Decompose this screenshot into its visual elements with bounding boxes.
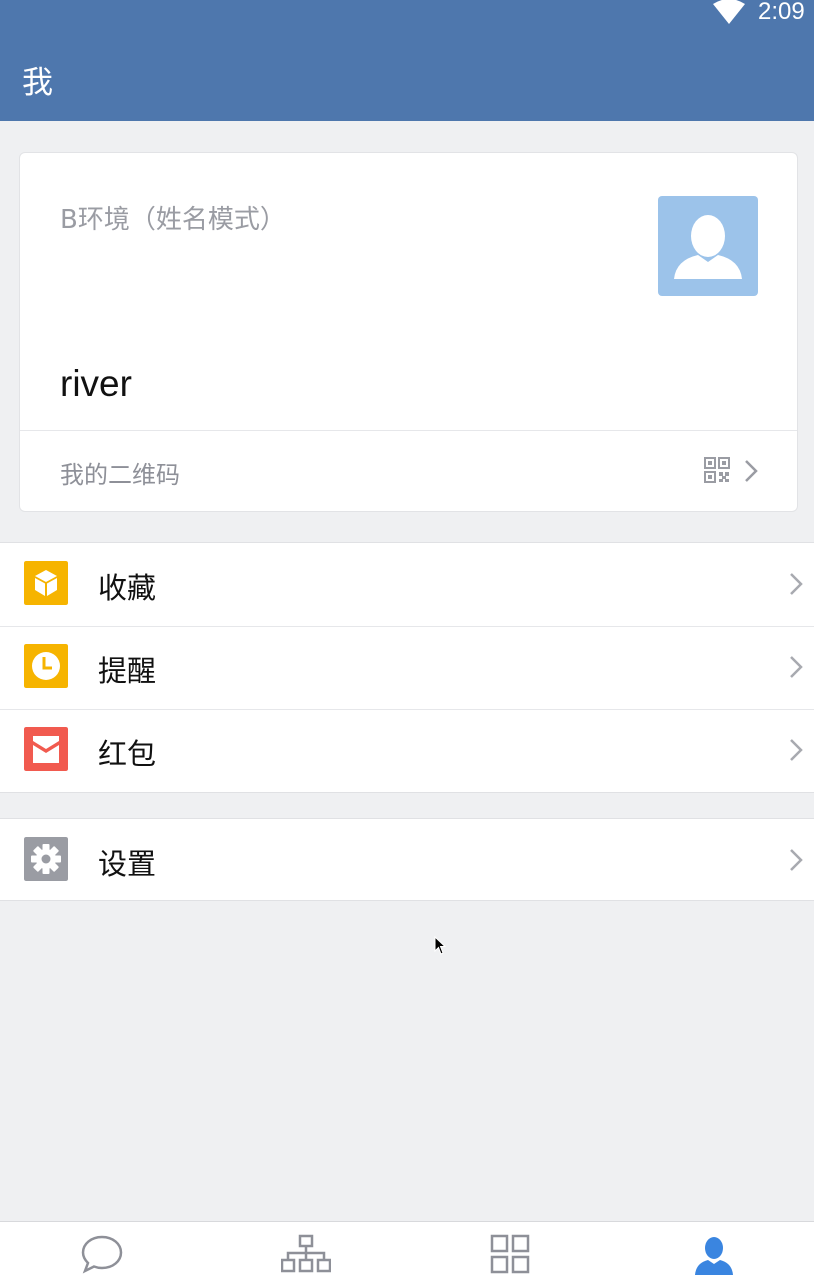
menu-item-favorites[interactable]: 收藏 [0, 543, 814, 626]
clock-icon [24, 644, 68, 688]
menu-label: 红包 [98, 737, 157, 771]
bottom-tab-bar [0, 1221, 814, 1284]
chevron-right-icon [790, 656, 803, 678]
profile-card[interactable]: B环境（姓名模式） river 我的二维码 [19, 152, 798, 512]
qr-code-icon [704, 457, 730, 483]
tab-me[interactable] [612, 1222, 814, 1284]
person-icon [674, 215, 742, 279]
menu-item-settings[interactable]: 设置 [0, 819, 814, 900]
app-bar: 2:09 我 [0, 0, 814, 121]
chevron-right-icon [790, 739, 803, 761]
menu-label: 提醒 [98, 654, 157, 688]
apps-grid-icon [490, 1234, 530, 1274]
menu-item-reminders[interactable]: 提醒 [0, 626, 814, 709]
chevron-right-icon [790, 849, 803, 871]
org-name: B环境（姓名模式） [60, 205, 286, 235]
menu-label: 收藏 [98, 571, 157, 605]
status-bar: 2:09 [0, 0, 814, 30]
chat-bubble-icon [81, 1235, 123, 1274]
page-title: 我 [22, 65, 53, 101]
menu-label: 设置 [98, 847, 157, 881]
menu-item-red-envelope[interactable]: 红包 [0, 709, 814, 792]
chevron-right-icon [790, 573, 803, 595]
person-icon [695, 1237, 733, 1275]
tab-messages[interactable] [0, 1222, 204, 1284]
wifi-icon [713, 0, 745, 24]
menu-group-1: 收藏 提醒 红包 [0, 542, 814, 793]
red-envelope-icon [24, 727, 68, 771]
chevron-right-icon [745, 460, 758, 482]
org-chart-icon [281, 1234, 331, 1273]
status-time: 2:09 [758, 0, 805, 25]
gear-icon [24, 837, 68, 881]
user-name: river [60, 363, 132, 404]
my-qr-code-row[interactable]: 我的二维码 [20, 431, 797, 512]
avatar[interactable] [658, 196, 758, 296]
qr-code-label: 我的二维码 [60, 461, 180, 489]
menu-group-2: 设置 [0, 818, 814, 901]
tab-contacts[interactable] [204, 1222, 408, 1284]
mouse-cursor-icon [434, 936, 446, 955]
favorites-box-icon [24, 561, 68, 605]
tab-workbench[interactable] [408, 1222, 612, 1284]
